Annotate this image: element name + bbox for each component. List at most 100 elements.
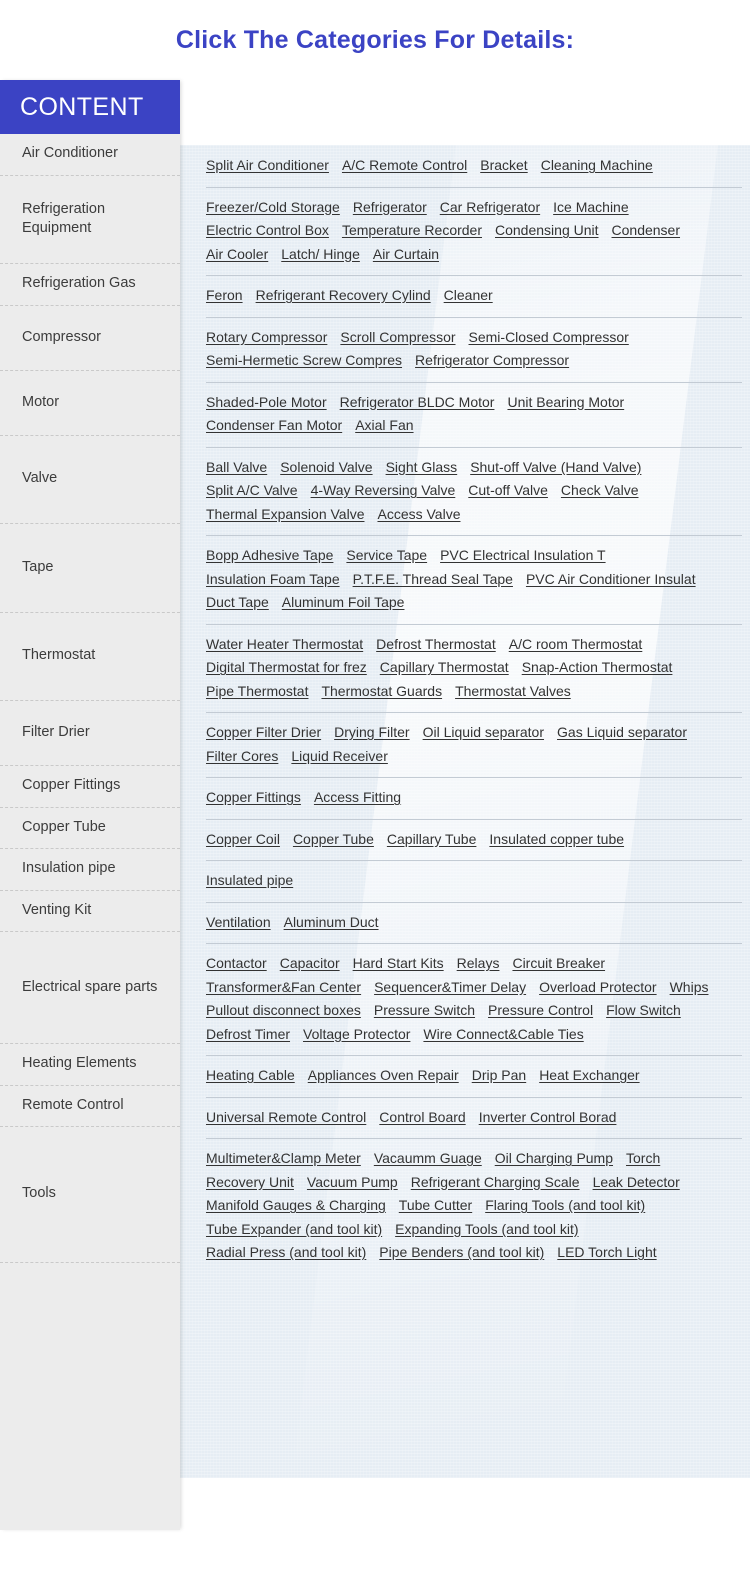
- category-link[interactable]: Aluminum Duct: [284, 911, 379, 935]
- category-link[interactable]: Defrost Thermostat: [376, 633, 496, 657]
- category-link[interactable]: Appliances Oven Repair: [308, 1064, 459, 1088]
- category-link[interactable]: Refrigerator BLDC Motor: [340, 391, 495, 415]
- category-link[interactable]: Aluminum Foil Tape: [282, 591, 405, 615]
- category-link[interactable]: Cut-off Valve: [468, 479, 548, 503]
- category-link[interactable]: Expanding Tools (and tool kit): [395, 1218, 578, 1242]
- sidebar-item-heating-elements[interactable]: Heating Elements: [0, 1044, 180, 1086]
- category-link[interactable]: Sequencer&Timer Delay: [374, 976, 526, 1000]
- sidebar-item-refrigeration-gas[interactable]: Refrigeration Gas: [0, 264, 180, 306]
- category-link[interactable]: Unit Bearing Motor: [507, 391, 624, 415]
- category-link[interactable]: Tube Expander (and tool kit): [206, 1218, 382, 1242]
- category-link[interactable]: Capillary Thermostat: [380, 656, 509, 680]
- category-link[interactable]: PVC Electrical Insulation T: [440, 544, 605, 568]
- category-link[interactable]: Car Refrigerator: [440, 196, 540, 220]
- category-link[interactable]: Service Tape: [346, 544, 427, 568]
- sidebar-item-copper-fittings[interactable]: Copper Fittings: [0, 766, 180, 808]
- sidebar-item-air-conditioner[interactable]: Air Conditioner: [0, 134, 180, 176]
- category-link[interactable]: A/C Remote Control: [342, 154, 467, 178]
- sidebar-item-electrical-spare-parts[interactable]: Electrical spare parts: [0, 932, 180, 1044]
- category-link[interactable]: Copper Filter Drier: [206, 721, 321, 745]
- category-link[interactable]: Condensing Unit: [495, 219, 599, 243]
- category-link[interactable]: Electric Control Box: [206, 219, 329, 243]
- category-link[interactable]: PVC Air Conditioner Insulat: [526, 568, 696, 592]
- category-link[interactable]: Refrigerant Recovery Cylind: [256, 284, 431, 308]
- category-link[interactable]: Gas Liquid separator: [557, 721, 687, 745]
- category-link[interactable]: Thermostat Guards: [321, 680, 442, 704]
- category-link[interactable]: Leak Detector: [593, 1171, 680, 1195]
- category-link[interactable]: Air Cooler: [206, 243, 268, 267]
- category-link[interactable]: Refrigerator: [353, 196, 427, 220]
- category-link[interactable]: Pipe Benders (and tool kit): [379, 1241, 544, 1265]
- category-link[interactable]: Refrigerant Charging Scale: [411, 1171, 580, 1195]
- category-link[interactable]: Solenoid Valve: [280, 456, 372, 480]
- category-link[interactable]: Semi-Hermetic Screw Compres: [206, 349, 402, 373]
- category-link[interactable]: 4-Way Reversing Valve: [311, 479, 456, 503]
- category-link[interactable]: Voltage Protector: [303, 1023, 410, 1047]
- category-link[interactable]: Oil Liquid separator: [423, 721, 544, 745]
- category-link[interactable]: Ball Valve: [206, 456, 267, 480]
- category-link[interactable]: Multimeter&Clamp Meter: [206, 1147, 361, 1171]
- category-link[interactable]: Air Curtain: [373, 243, 439, 267]
- category-link[interactable]: Sight Glass: [386, 456, 458, 480]
- sidebar-item-tape[interactable]: Tape: [0, 524, 180, 613]
- category-link[interactable]: Semi-Closed Compressor: [469, 326, 629, 350]
- category-link[interactable]: Transformer&Fan Center: [206, 976, 361, 1000]
- category-link[interactable]: Thermal Expansion Valve: [206, 503, 364, 527]
- category-link[interactable]: Check Valve: [561, 479, 639, 503]
- category-link[interactable]: Bopp Adhesive Tape: [206, 544, 333, 568]
- category-link[interactable]: Condenser: [612, 219, 681, 243]
- category-link[interactable]: Shaded-Pole Motor: [206, 391, 327, 415]
- category-link[interactable]: Drip Pan: [472, 1064, 526, 1088]
- category-link[interactable]: Copper Tube: [293, 828, 374, 852]
- category-link[interactable]: Heating Cable: [206, 1064, 295, 1088]
- category-link[interactable]: Pressure Control: [488, 999, 593, 1023]
- sidebar-item-motor[interactable]: Motor: [0, 371, 180, 436]
- category-link[interactable]: A/C room Thermostat: [509, 633, 643, 657]
- category-link[interactable]: Latch/ Hinge: [281, 243, 360, 267]
- sidebar-item-insulation-pipe[interactable]: Insulation pipe: [0, 849, 180, 891]
- category-link[interactable]: Contactor: [206, 952, 267, 976]
- category-link[interactable]: Refrigerator Compressor: [415, 349, 569, 373]
- sidebar-item-filter-drier[interactable]: Filter Drier: [0, 701, 180, 766]
- category-link[interactable]: Torch: [626, 1147, 660, 1171]
- category-link[interactable]: Wire Connect&Cable Ties: [423, 1023, 583, 1047]
- category-link[interactable]: Axial Fan: [355, 414, 413, 438]
- category-link[interactable]: Thermostat Valves: [455, 680, 571, 704]
- category-link[interactable]: Access Valve: [377, 503, 460, 527]
- category-link[interactable]: Copper Fittings: [206, 786, 301, 810]
- category-link[interactable]: Capillary Tube: [387, 828, 477, 852]
- category-link[interactable]: Access Fitting: [314, 786, 401, 810]
- category-link[interactable]: Relays: [457, 952, 500, 976]
- category-link[interactable]: Overload Protector: [539, 976, 657, 1000]
- category-link[interactable]: Ventilation: [206, 911, 271, 935]
- category-link[interactable]: Inverter Control Borad: [479, 1106, 617, 1130]
- category-link[interactable]: Temperature Recorder: [342, 219, 482, 243]
- category-link[interactable]: Circuit Breaker: [512, 952, 605, 976]
- category-link[interactable]: Pressure Switch: [374, 999, 475, 1023]
- category-link[interactable]: Vacuum Pump: [307, 1171, 398, 1195]
- category-link[interactable]: Cleaner: [444, 284, 493, 308]
- category-link[interactable]: Ice Machine: [553, 196, 628, 220]
- category-link[interactable]: Snap-Action Thermostat: [522, 656, 673, 680]
- category-link[interactable]: Heat Exchanger: [539, 1064, 639, 1088]
- category-link[interactable]: P.T.F.E. Thread Seal Tape: [353, 568, 513, 592]
- sidebar-item-thermostat[interactable]: Thermostat: [0, 613, 180, 701]
- category-link[interactable]: Insulated pipe: [206, 869, 293, 893]
- sidebar-item-copper-tube[interactable]: Copper Tube: [0, 808, 180, 849]
- category-link[interactable]: Filter Cores: [206, 745, 278, 769]
- category-link[interactable]: Capacitor: [280, 952, 340, 976]
- category-link[interactable]: Cleaning Machine: [541, 154, 653, 178]
- category-link[interactable]: Feron: [206, 284, 243, 308]
- category-link[interactable]: Oil Charging Pump: [495, 1147, 613, 1171]
- category-link[interactable]: Tube Cutter: [399, 1194, 472, 1218]
- sidebar-item-remote-control[interactable]: Remote Control: [0, 1086, 180, 1127]
- category-link[interactable]: Copper Coil: [206, 828, 280, 852]
- category-link[interactable]: Shut-off Valve (Hand Valve): [470, 456, 641, 480]
- category-link[interactable]: Manifold Gauges & Charging: [206, 1194, 386, 1218]
- category-link[interactable]: Bracket: [480, 154, 527, 178]
- category-link[interactable]: Scroll Compressor: [340, 326, 455, 350]
- category-link[interactable]: Duct Tape: [206, 591, 269, 615]
- category-link[interactable]: Insulation Foam Tape: [206, 568, 340, 592]
- category-link[interactable]: Rotary Compressor: [206, 326, 327, 350]
- category-link[interactable]: Recovery Unit: [206, 1171, 294, 1195]
